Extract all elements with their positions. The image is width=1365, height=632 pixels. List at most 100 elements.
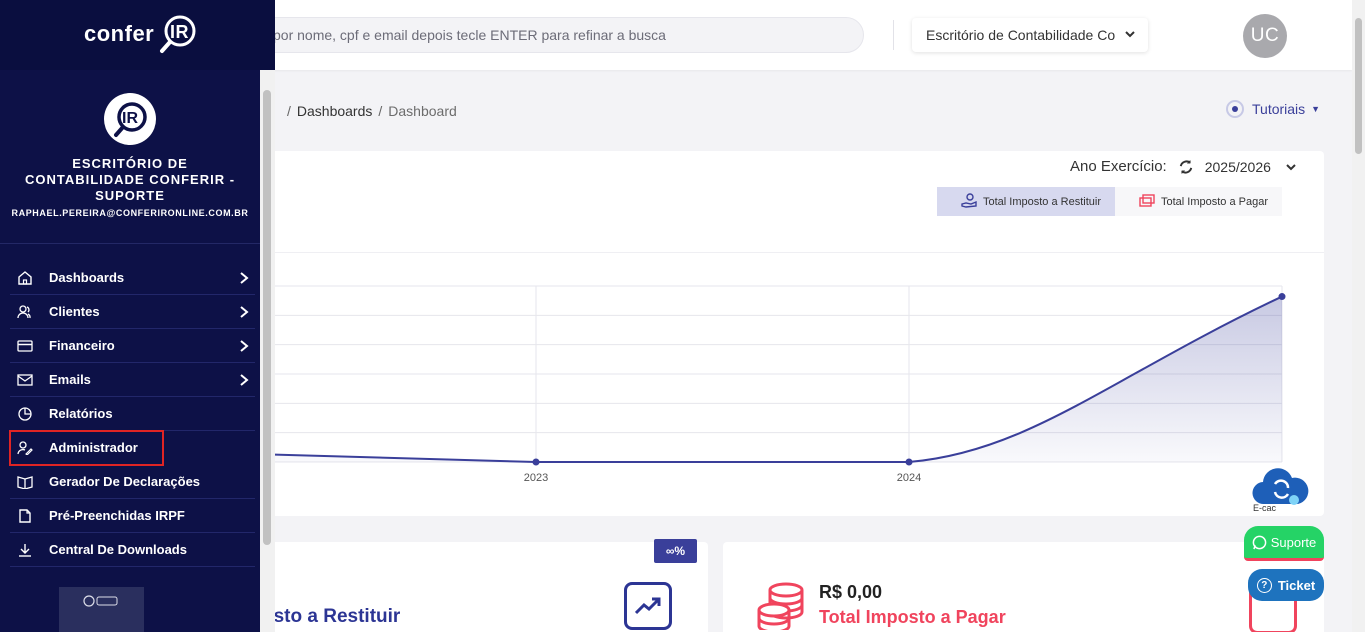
ano-label: Ano Exercício: [1070, 158, 1167, 175]
org-logo-magnifier-icon: IR [114, 102, 147, 137]
breadcrumb-current: Dashboard [388, 103, 457, 119]
data-point-2023[interactable] [532, 458, 540, 466]
mail-icon [17, 374, 33, 386]
card-pagar-value: R$ 0,00 [819, 582, 883, 602]
chevron-right-icon [240, 306, 249, 318]
org-email: RAPHAEL.PEREIRA@CONFERIRONLINE.COM.BR [11, 208, 249, 218]
sidebar-item-dashboards[interactable]: Dashboards [10, 261, 255, 295]
data-point-2024[interactable] [905, 458, 913, 466]
sidebar-item-label: Relatórios [49, 406, 113, 421]
search-bar[interactable] [250, 17, 864, 53]
breadcrumb-separator: / [287, 103, 291, 119]
book-icon [17, 476, 33, 489]
tutoriais-label: Tutoriais [1252, 101, 1306, 117]
toggle-pagar-label: Total Imposto a Pagar [1161, 195, 1269, 208]
logo-magnifier-icon: IR [160, 15, 196, 53]
card-icon [17, 340, 33, 352]
money-icon [1139, 194, 1155, 207]
search-input[interactable] [251, 18, 863, 52]
sidebar-item-label: Gerador De Declarações [49, 474, 201, 489]
office-select-value: Escritório de Contabilidade Co [926, 27, 1116, 43]
data-point-2025[interactable] [1278, 293, 1286, 301]
seal-badge-logo [83, 594, 119, 608]
sidebar-item-label: Pré-Preenchidas IRPF [49, 508, 185, 523]
page-scrollbar-thumb[interactable] [1355, 18, 1362, 154]
download-icon [19, 544, 31, 557]
area-chart: 2023 2024 [262, 285, 1286, 484]
sidebar-header: confer IR [0, 0, 275, 70]
breadcrumb-separator: / [378, 103, 383, 119]
chevron-right-icon [240, 272, 249, 284]
ecac-widget[interactable]: E-cac [1250, 466, 1312, 514]
seal-badge [59, 587, 144, 632]
sidebar-item-label: Administrador [49, 440, 138, 455]
pie-chart-icon [18, 407, 32, 421]
user-edit-icon [17, 441, 33, 455]
home-icon [18, 271, 32, 285]
sidebar-item-label: Financeiro [49, 338, 115, 353]
sidebar-item-label: Central De Downloads [49, 542, 187, 557]
org-logo-text: IR [122, 110, 138, 127]
chevron-down-icon[interactable] [1285, 161, 1297, 173]
sidebar-item-label: Clientes [49, 304, 100, 319]
chart-card: Ano Exercício: 2025/2026 Total Imposto a… [262, 151, 1324, 516]
sidebar-item-clientes[interactable]: Clientes [10, 295, 255, 329]
chevron-right-icon [240, 340, 249, 352]
org-name: ESCRITÓRIO DE CONTABILIDADE CONFERIR - S… [24, 156, 236, 203]
ano-select[interactable]: 2025/2026 [1205, 159, 1271, 175]
sidebar-item-emails[interactable]: Emails [10, 363, 255, 397]
top-divider [893, 20, 894, 50]
sidebar-item-administrador[interactable]: Administrador [9, 430, 164, 466]
org-logo: IR [104, 93, 156, 145]
suporte-label: Suporte [1270, 534, 1317, 550]
sidebar-item-gerador[interactable]: Gerador De Declarações [10, 465, 255, 499]
breadcrumb: / Dashboards / Dashboard [281, 103, 457, 119]
card-pagar-title: Total Imposto a Pagar [819, 607, 1006, 627]
breadcrumb-parent[interactable]: Dashboards [297, 103, 373, 119]
toggle-pagar-button[interactable]: Total Imposto a Pagar [1115, 187, 1283, 216]
card-restituir-title: osto a Restituir [262, 606, 401, 627]
file-icon [19, 509, 31, 523]
cloud-sync-icon [1252, 468, 1309, 505]
chevron-right-icon [240, 374, 249, 386]
users-icon [17, 305, 31, 319]
ticket-button[interactable]: ? Ticket [1248, 569, 1324, 601]
suporte-whatsapp-button[interactable]: Suporte [1244, 526, 1324, 561]
sidebar-item-label: Dashboards [49, 270, 125, 285]
sidebar-item-downloads[interactable]: Central De Downloads [10, 533, 255, 567]
sidebar-item-relatorios[interactable]: Relatórios [10, 397, 255, 431]
ticket-label: Ticket [1277, 577, 1316, 593]
toggle-restituir-button[interactable]: Total Imposto a Restituir [937, 187, 1115, 216]
whatsapp-icon [1252, 535, 1267, 549]
trending-up-icon [624, 582, 672, 630]
logo-text: confer [84, 21, 155, 46]
series-area [262, 296, 1282, 462]
sidebar-menu: Dashboards Clientes Financeiro Emails Re… [9, 261, 255, 567]
tutoriais-dropdown[interactable]: Tutoriais ▼ [1226, 100, 1320, 118]
x-tick-label: 2023 [524, 472, 548, 484]
sidebar-divider [0, 243, 260, 244]
help-icon: ? [1256, 577, 1272, 593]
percent-badge: ∞% [654, 539, 697, 563]
user-avatar[interactable]: UC [1243, 14, 1287, 58]
sidebar: confer IR IR ESCRITÓRIO DE CONTABILIDADE… [0, 0, 275, 632]
coins-icon [757, 582, 804, 630]
ano-exercicio: Ano Exercício: 2025/2026 [1070, 158, 1297, 175]
sidebar-scrollbar-thumb[interactable] [263, 90, 271, 545]
app-logo[interactable]: confer IR [84, 13, 204, 55]
card-imposto-restituir: ∞% osto a Restituir [262, 539, 708, 632]
toggle-restituir-label: Total Imposto a Restituir [983, 195, 1101, 208]
x-tick-label: 2024 [897, 472, 921, 484]
hand-coin-icon [961, 193, 977, 208]
office-select[interactable]: Escritório de Contabilidade Co [912, 18, 1148, 52]
ecac-label: E-cac [1253, 503, 1277, 513]
logo-ir-text: IR [170, 22, 189, 42]
avatar-initials: UC [1250, 25, 1280, 46]
sidebar-item-pre-preenchidas[interactable]: Pré-Preenchidas IRPF [10, 499, 255, 533]
page-scrollbar[interactable] [1352, 0, 1365, 632]
sidebar-item-financeiro[interactable]: Financeiro [10, 329, 255, 363]
sidebar-scrollbar[interactable] [260, 70, 275, 632]
tutoriais-icon [1226, 100, 1244, 118]
chevron-down-icon [1125, 31, 1135, 38]
refresh-icon[interactable] [1179, 159, 1193, 174]
